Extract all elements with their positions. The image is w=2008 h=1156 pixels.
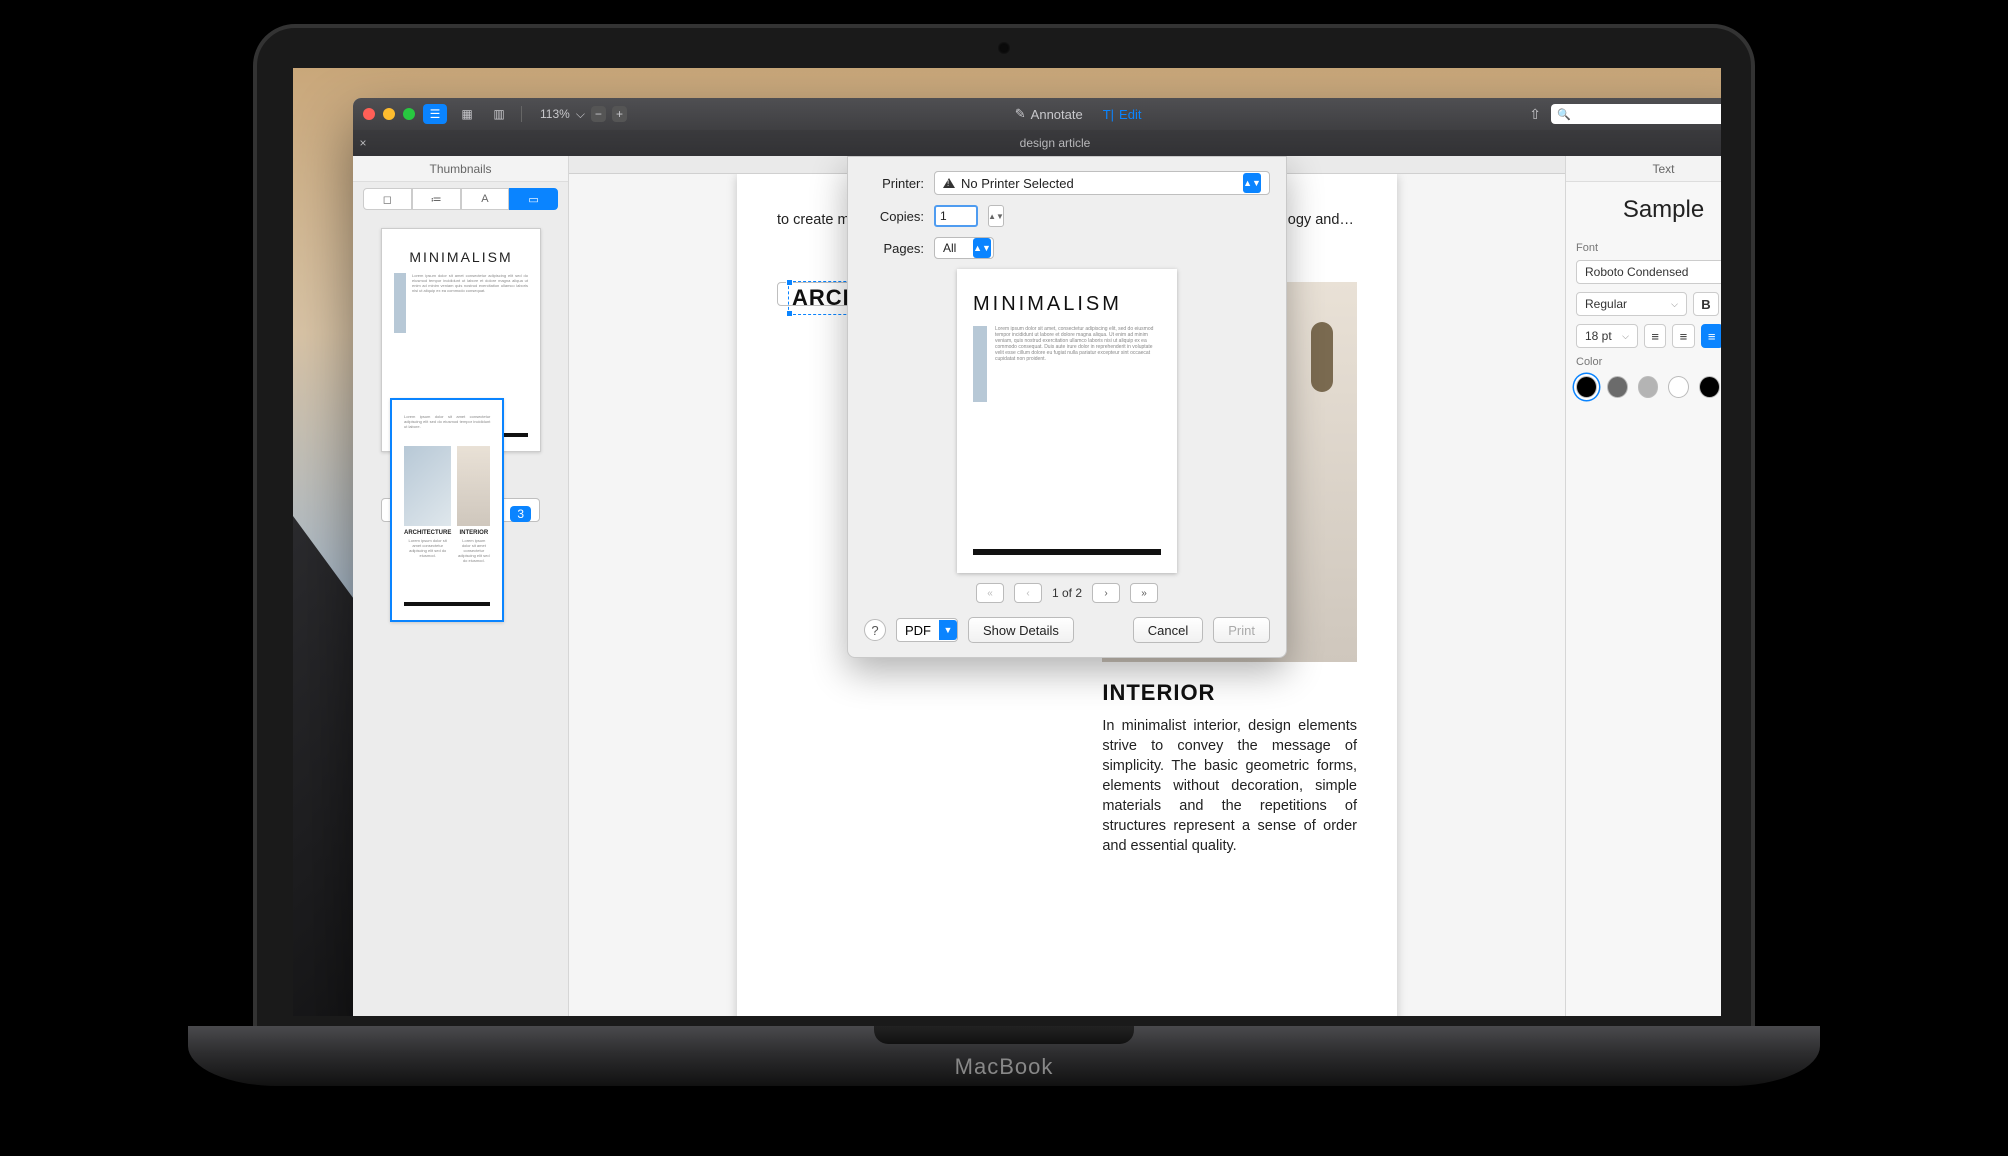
copies-label: Copies: bbox=[864, 209, 924, 224]
sample-preview: Sample bbox=[1576, 196, 1721, 224]
tab-close-button[interactable]: × bbox=[353, 136, 373, 150]
zoom-control[interactable]: 113% ⌵ − + bbox=[540, 106, 627, 122]
prev-page-button[interactable]: ‹ bbox=[1014, 583, 1042, 603]
toolbar-divider bbox=[521, 106, 522, 122]
search-icon: 🔍 bbox=[1557, 108, 1571, 121]
color-swatch-black[interactable] bbox=[1576, 376, 1597, 398]
camera bbox=[998, 42, 1010, 54]
font-section-label: Font bbox=[1576, 242, 1721, 254]
bookmark-tab-icon[interactable]: ◻ bbox=[363, 188, 412, 210]
tab-bar: × design article + bbox=[353, 130, 1721, 156]
color-section-label: Color bbox=[1576, 356, 1721, 368]
brand-text: MacBook bbox=[955, 1054, 1054, 1080]
inspector-sidebar: Text Sample Font Roboto Condensed⌵ Regul… bbox=[1565, 156, 1721, 1016]
desktop: ☰ ▦ ▥ 113% ⌵ − + ✎ Annotate bbox=[293, 68, 1721, 1016]
zoom-in-button[interactable]: + bbox=[612, 106, 627, 122]
annotations-tab-icon[interactable]: A bbox=[461, 188, 510, 210]
preview-title: MINIMALISM bbox=[973, 293, 1161, 316]
zoom-out-button[interactable]: − bbox=[591, 106, 606, 122]
annotate-label: Annotate bbox=[1031, 107, 1083, 122]
color-swatch-gray[interactable] bbox=[1607, 376, 1628, 398]
print-button[interactable]: Print bbox=[1213, 617, 1270, 643]
grid-view-icon[interactable]: ▦ bbox=[455, 104, 479, 124]
edit-mode-button[interactable]: T| Edit bbox=[1103, 106, 1142, 122]
fullscreen-window-button[interactable] bbox=[403, 108, 415, 120]
select-arrows-icon: ▲▼ bbox=[973, 238, 991, 258]
thumbnail-page-3[interactable]: Lorem ipsum dolor sit amet consectetur a… bbox=[381, 498, 540, 522]
color-swatch-black-2[interactable] bbox=[1699, 376, 1720, 398]
printer-value: No Printer Selected bbox=[961, 176, 1074, 191]
print-preview: MINIMALISM Lorem ipsum dolor sit amet, c… bbox=[957, 269, 1177, 573]
select-arrows-icon: ▲▼ bbox=[1243, 173, 1261, 193]
app-window: ☰ ▦ ▥ 113% ⌵ − + ✎ Annotate bbox=[353, 98, 1721, 1016]
first-page-button[interactable]: « bbox=[976, 583, 1004, 603]
chevron-down-icon: ⌵ bbox=[1622, 331, 1629, 342]
pages-select[interactable]: All ▲▼ bbox=[934, 237, 994, 259]
thumbnails-title: Thumbnails bbox=[353, 156, 568, 182]
color-swatch-white[interactable] bbox=[1668, 376, 1689, 398]
copies-input[interactable]: 1 bbox=[934, 205, 978, 227]
align-right-button[interactable]: ≡ bbox=[1701, 324, 1722, 348]
edit-label: Edit bbox=[1119, 107, 1141, 122]
close-window-button[interactable] bbox=[363, 108, 375, 120]
traffic-lights bbox=[363, 108, 415, 120]
thumbnail-list: MINIMALISM Lorem ipsum dolor sit amet co… bbox=[353, 218, 568, 1016]
bold-button[interactable]: B bbox=[1693, 292, 1719, 316]
minimize-window-button[interactable] bbox=[383, 108, 395, 120]
font-family-select[interactable]: Roboto Condensed⌵ bbox=[1576, 260, 1721, 284]
laptop-frame: ☰ ▦ ▥ 113% ⌵ − + ✎ Annotate bbox=[188, 24, 1820, 1120]
thumbnail-mode-segment: ◻ ≔ A ▭ bbox=[353, 182, 568, 218]
tab-title[interactable]: design article bbox=[373, 136, 1721, 150]
mini-heading: MINIMALISM bbox=[394, 249, 528, 265]
inspector-title: Text bbox=[1566, 156, 1721, 182]
color-swatches bbox=[1576, 376, 1721, 398]
share-icon[interactable]: ⇧ bbox=[1529, 106, 1541, 123]
show-details-button[interactable]: Show Details bbox=[968, 617, 1074, 643]
search-input[interactable]: 🔍 bbox=[1551, 104, 1721, 124]
document-view: to create multiple… The English language… bbox=[569, 156, 1565, 1016]
titlebar: ☰ ▦ ▥ 113% ⌵ − + ✎ Annotate bbox=[353, 98, 1721, 130]
copies-stepper[interactable]: ▲▼ bbox=[988, 205, 1004, 227]
cancel-button[interactable]: Cancel bbox=[1133, 617, 1203, 643]
thumbnails-sidebar: Thumbnails ◻ ≔ A ▭ MINIMALISM Lorem i bbox=[353, 156, 569, 1016]
pages-value: All bbox=[943, 241, 956, 255]
next-page-button[interactable]: › bbox=[1092, 583, 1120, 603]
align-center-button[interactable]: ≡ bbox=[1672, 324, 1694, 348]
print-dialog: Printer: No Printer Selected ▲▼ Copies: … bbox=[847, 156, 1287, 658]
text-cursor-icon: T| bbox=[1103, 107, 1114, 122]
laptop-base: MacBook bbox=[188, 1026, 1820, 1086]
laptop-notch bbox=[874, 1026, 1134, 1044]
font-style-select[interactable]: Regular⌵ bbox=[1576, 292, 1687, 316]
chevron-down-icon: ⌵ bbox=[576, 107, 585, 122]
chevron-down-icon: ▼ bbox=[939, 620, 957, 640]
color-swatch-lightgray[interactable] bbox=[1638, 376, 1659, 398]
printer-label: Printer: bbox=[864, 176, 924, 191]
align-left-button[interactable]: ≡ bbox=[1644, 324, 1666, 348]
zoom-value: 113% bbox=[540, 107, 570, 121]
page-indicator: 1 of 2 bbox=[1052, 586, 1082, 600]
selection-handle[interactable] bbox=[786, 310, 793, 317]
outline-tab-icon[interactable]: ≔ bbox=[412, 188, 461, 210]
screen-bezel: ☰ ▦ ▥ 113% ⌵ − + ✎ Annotate bbox=[253, 24, 1755, 1034]
two-page-view-icon[interactable]: ▥ bbox=[487, 104, 511, 124]
interior-body: In minimalist interior, design elements … bbox=[1102, 716, 1357, 856]
thumbnails-tab-icon[interactable]: ▭ bbox=[509, 188, 558, 210]
pencil-icon: ✎ bbox=[1015, 106, 1026, 122]
warning-icon bbox=[943, 178, 955, 188]
interior-heading[interactable]: INTERIOR bbox=[1102, 680, 1357, 706]
chevron-down-icon: ⌵ bbox=[1671, 299, 1678, 310]
sidebar-toggle-icon[interactable]: ☰ bbox=[423, 104, 447, 124]
pdf-dropdown[interactable]: PDF ▼ bbox=[896, 618, 958, 642]
pages-label: Pages: bbox=[864, 241, 924, 256]
thumbnail-label: 3 bbox=[510, 506, 531, 522]
help-button[interactable]: ? bbox=[864, 619, 886, 641]
font-size-select[interactable]: 18 pt⌵ bbox=[1576, 324, 1638, 348]
printer-select[interactable]: No Printer Selected ▲▼ bbox=[934, 171, 1270, 195]
last-page-button[interactable]: » bbox=[1130, 583, 1158, 603]
selection-handle[interactable] bbox=[786, 279, 793, 286]
annotate-mode-button[interactable]: ✎ Annotate bbox=[1015, 106, 1083, 122]
